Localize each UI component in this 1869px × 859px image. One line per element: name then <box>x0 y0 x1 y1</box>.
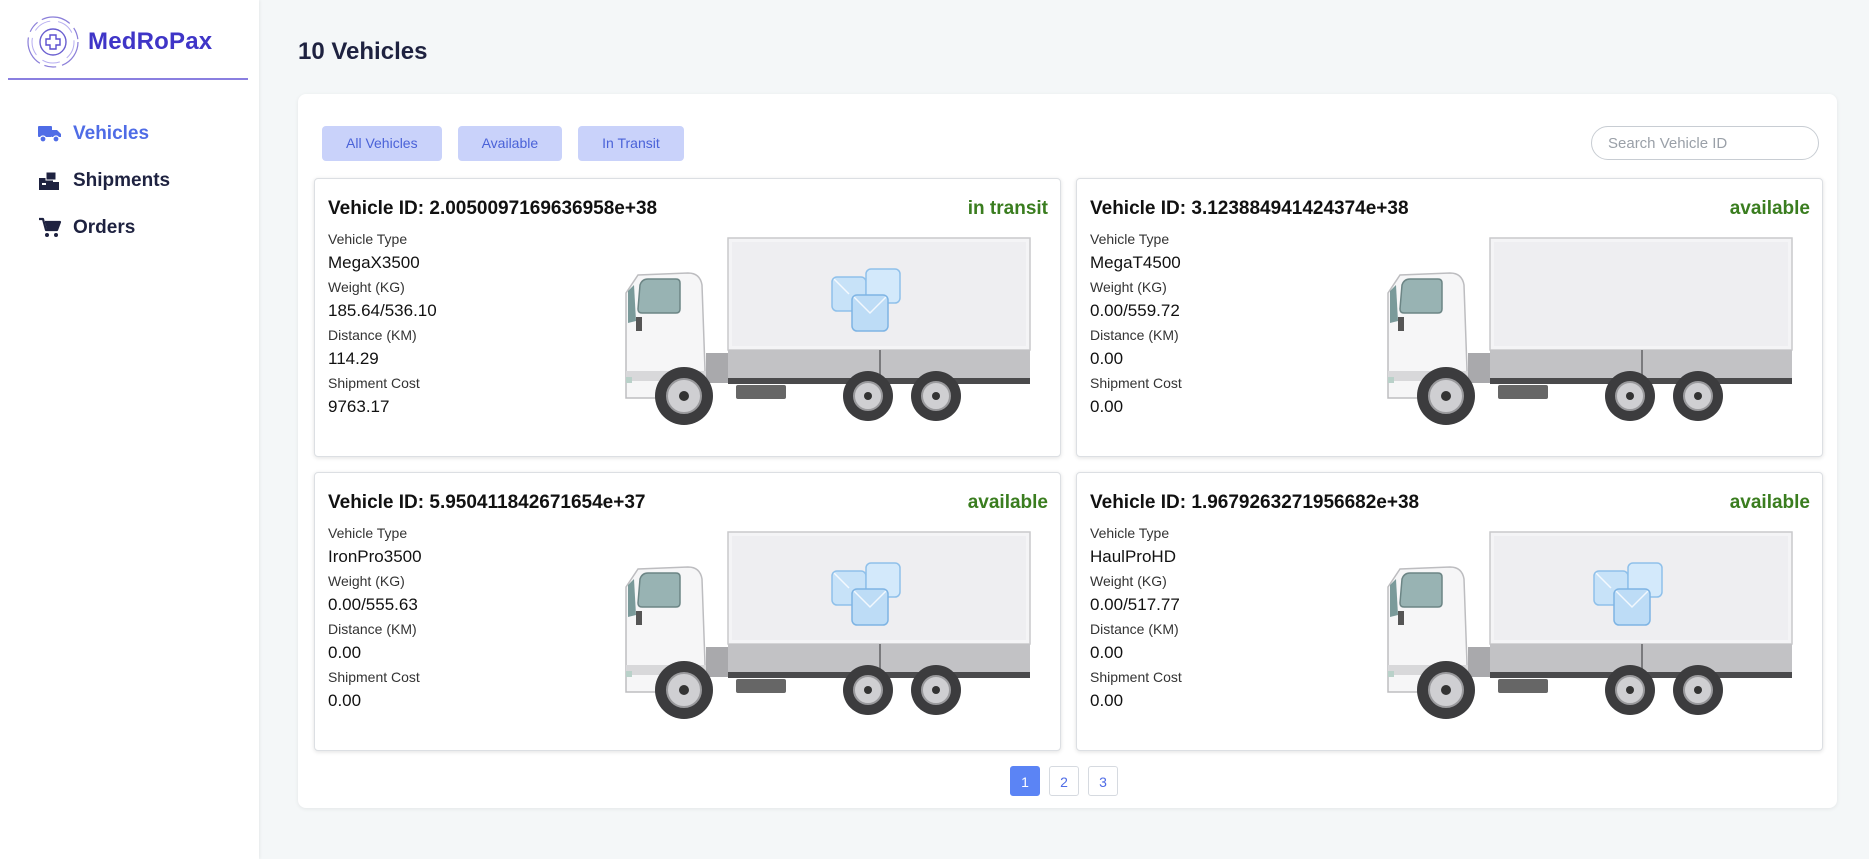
vehicle-type-value: IronPro3500 <box>328 547 422 566</box>
vehicle-type-label: Vehicle Type <box>1090 231 1170 247</box>
filter-all-vehicles-button[interactable]: All Vehicles <box>322 126 442 161</box>
vehicle-status-badge: in transit <box>967 198 1048 219</box>
vehicle-details: Vehicle Type IronPro3500 Weight (KG) 0.0… <box>328 523 422 715</box>
vehicle-type-value: MegaT4500 <box>1090 253 1181 272</box>
page-button-2[interactable]: 2 <box>1049 766 1079 796</box>
brand[interactable]: MedRoPax <box>25 14 212 70</box>
vehicle-type-label: Vehicle Type <box>1090 525 1170 541</box>
shipment-cost-label: Shipment Cost <box>1090 669 1182 685</box>
vehicle-card[interactable]: Vehicle ID: 5.950411842671654e+37 availa… <box>314 472 1061 751</box>
vehicle-type-value: HaulProHD <box>1090 547 1176 566</box>
sidebar-item-label: Shipments <box>73 169 171 191</box>
filter-available-button[interactable]: Available <box>457 126 563 161</box>
distance-label: Distance (KM) <box>328 621 417 637</box>
refrigerated-truck-illustration <box>625 531 1031 719</box>
weight-label: Weight (KG) <box>1090 573 1167 589</box>
cart-icon <box>38 216 62 240</box>
vehicle-id: Vehicle ID: 1.9679263271956682e+38 <box>1090 492 1420 513</box>
vehicle-id: Vehicle ID: 5.950411842671654e+37 <box>328 492 646 513</box>
sidebar: MedRoPax Vehicles Shipments Orders <box>0 0 259 859</box>
weight-label: Weight (KG) <box>328 573 405 589</box>
sidebar-nav: Vehicles Shipments Orders <box>38 110 170 251</box>
vehicle-card[interactable]: Vehicle ID: 2.0050097169636958e+38 in tr… <box>314 178 1061 457</box>
filter-group: All Vehicles Available In Transit <box>322 126 700 161</box>
distance-value: 0.00 <box>328 643 362 662</box>
brand-name: MedRoPax <box>88 28 213 55</box>
vehicle-status-badge: available <box>967 492 1048 513</box>
page-button-3[interactable]: 3 <box>1088 766 1118 796</box>
distance-value: 114.29 <box>328 349 379 368</box>
weight-label: Weight (KG) <box>1090 279 1167 295</box>
sidebar-item-label: Orders <box>73 216 136 238</box>
vehicle-details: Vehicle Type MegaX3500 Weight (KG) 185.6… <box>328 229 437 421</box>
page-button-1[interactable]: 1 <box>1010 766 1040 796</box>
vehicle-status-badge: available <box>1729 492 1810 513</box>
sidebar-item-label: Vehicles <box>73 122 150 144</box>
shipment-cost-value: 0.00 <box>328 691 362 710</box>
brand-divider <box>8 78 248 80</box>
shipment-cost-label: Shipment Cost <box>1090 375 1182 391</box>
weight-value: 0.00/559.72 <box>1090 301 1180 320</box>
sidebar-item-orders[interactable]: Orders <box>38 204 170 251</box>
search-vehicle-id-input[interactable] <box>1591 126 1819 160</box>
distance-value: 0.00 <box>1090 349 1124 368</box>
vehicle-type-label: Vehicle Type <box>328 525 408 541</box>
medical-logo-icon <box>27 16 79 68</box>
vehicle-type-value: MegaX3500 <box>328 253 420 272</box>
shipment-cost-value: 0.00 <box>1090 397 1124 416</box>
distance-label: Distance (KM) <box>328 327 417 343</box>
weight-value: 0.00/517.77 <box>1090 595 1180 614</box>
shipment-cost-value: 9763.17 <box>328 397 390 416</box>
shipments-icon <box>38 169 62 193</box>
truck-icon <box>38 122 62 146</box>
page-title: 10 Vehicles <box>298 38 428 65</box>
vehicle-status-badge: available <box>1729 198 1810 219</box>
shipment-cost-label: Shipment Cost <box>328 375 420 391</box>
refrigerated-truck-illustration <box>1387 531 1793 719</box>
vehicle-id: Vehicle ID: 3.123884941424374e+38 <box>1090 198 1409 219</box>
refrigerated-truck-illustration <box>1387 237 1793 425</box>
vehicle-id: Vehicle ID: 2.0050097169636958e+38 <box>328 198 658 219</box>
distance-label: Distance (KM) <box>1090 327 1179 343</box>
weight-value: 185.64/536.10 <box>328 301 437 320</box>
vehicles-panel: All Vehicles Available In Transit Vehicl… <box>298 94 1837 808</box>
filter-in-transit-button[interactable]: In Transit <box>578 126 684 161</box>
vehicle-details: Vehicle Type MegaT4500 Weight (KG) 0.00/… <box>1090 229 1182 421</box>
vehicle-details: Vehicle Type HaulProHD Weight (KG) 0.00/… <box>1090 523 1182 715</box>
distance-label: Distance (KM) <box>1090 621 1179 637</box>
weight-label: Weight (KG) <box>328 279 405 295</box>
vehicle-type-label: Vehicle Type <box>328 231 408 247</box>
shipment-cost-label: Shipment Cost <box>328 669 420 685</box>
pagination: 1 2 3 <box>1010 766 1127 796</box>
refrigerated-truck-illustration <box>625 237 1031 425</box>
sidebar-item-vehicles[interactable]: Vehicles <box>38 110 170 157</box>
vehicle-card[interactable]: Vehicle ID: 3.123884941424374e+38 availa… <box>1076 178 1823 457</box>
vehicle-card[interactable]: Vehicle ID: 1.9679263271956682e+38 avail… <box>1076 472 1823 751</box>
distance-value: 0.00 <box>1090 643 1124 662</box>
sidebar-item-shipments[interactable]: Shipments <box>38 157 170 204</box>
weight-value: 0.00/555.63 <box>328 595 418 614</box>
shipment-cost-value: 0.00 <box>1090 691 1124 710</box>
